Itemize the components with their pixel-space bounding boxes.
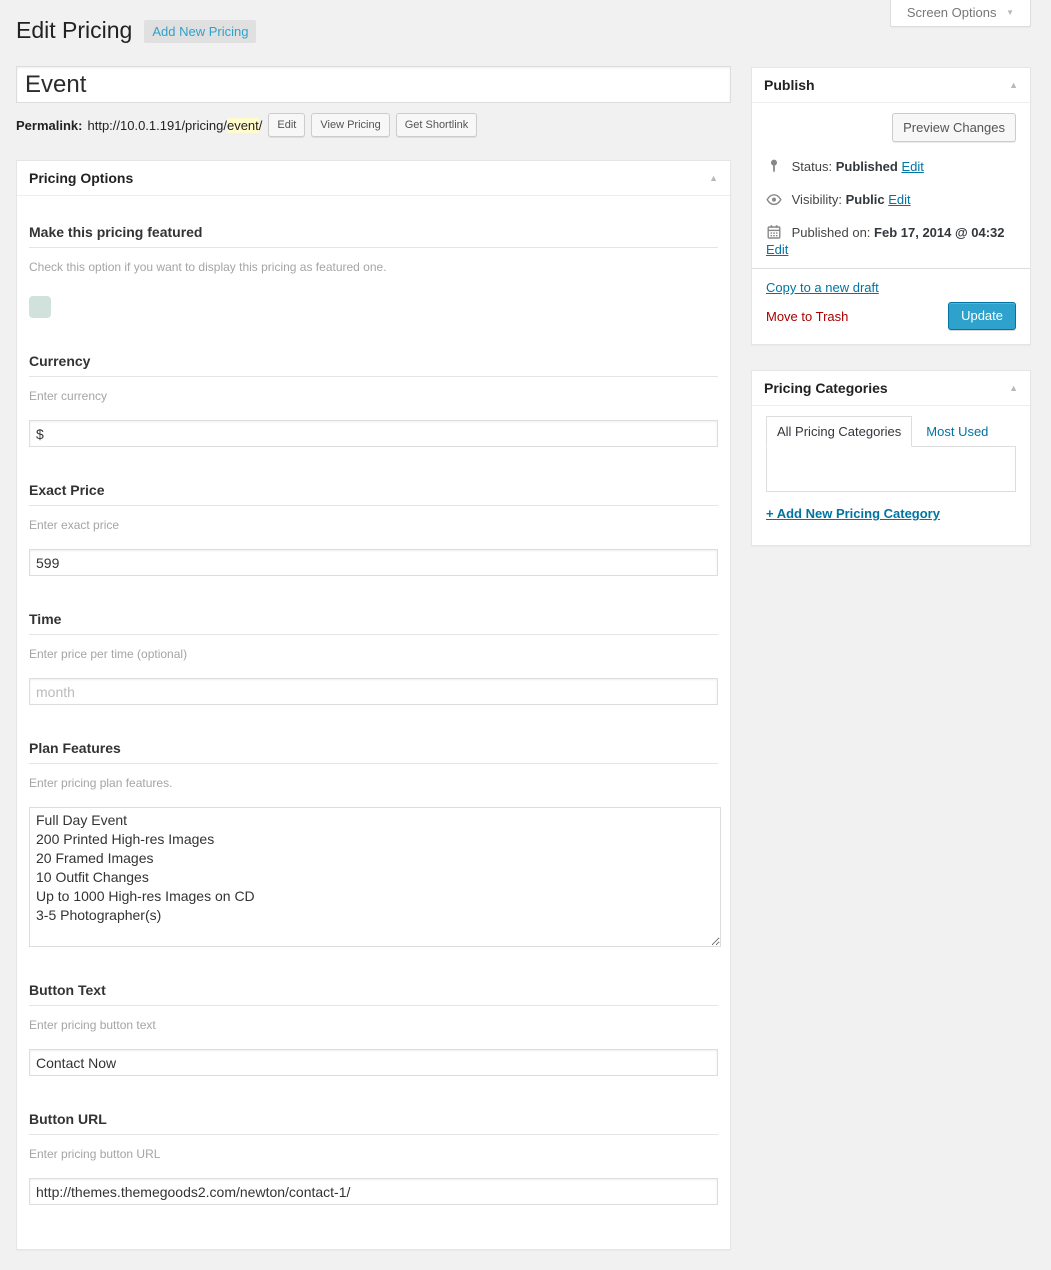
pricing-options-header[interactable]: Pricing Options ▲ xyxy=(17,161,730,196)
collapse-icon[interactable]: ▲ xyxy=(1009,384,1018,393)
plan-features-textarea[interactable]: Full Day Event 200 Printed High-res Imag… xyxy=(29,807,721,947)
featured-description: Check this option if you want to display… xyxy=(29,260,718,274)
field-button-url: Button URL Enter pricing button URL xyxy=(29,1111,718,1205)
pricing-categories-title: Pricing Categories xyxy=(764,380,888,396)
time-description: Enter price per time (optional) xyxy=(29,647,718,661)
button-url-label: Button URL xyxy=(29,1111,718,1135)
field-time: Time Enter price per time (optional) xyxy=(29,611,718,705)
preview-changes-button[interactable]: Preview Changes xyxy=(892,113,1016,142)
pricing-options-title: Pricing Options xyxy=(29,170,133,186)
published-on-label: Published on: xyxy=(792,225,871,240)
permalink-label: Permalink: xyxy=(16,118,82,133)
status-label: Status: xyxy=(792,159,832,174)
calendar-icon xyxy=(766,224,782,240)
visibility-row: Visibility: Public Edit xyxy=(766,191,1016,208)
plan-features-description: Enter pricing plan features. xyxy=(29,776,718,790)
field-featured: Make this pricing featured Check this op… xyxy=(29,224,718,318)
status-value: Published xyxy=(836,159,898,174)
collapse-icon[interactable]: ▲ xyxy=(709,174,718,183)
publish-metabox: Publish ▲ Preview Changes Status: Publis… xyxy=(751,67,1031,345)
add-new-pricing-category-link[interactable]: + Add New Pricing Category xyxy=(766,506,940,521)
button-url-description: Enter pricing button URL xyxy=(29,1147,718,1161)
copy-to-new-draft-link[interactable]: Copy to a new draft xyxy=(766,280,879,295)
edit-published-on-link[interactable]: Edit xyxy=(766,242,788,257)
plan-features-label: Plan Features xyxy=(29,740,718,764)
field-currency: Currency Enter currency xyxy=(29,353,718,447)
currency-input[interactable] xyxy=(29,420,718,447)
collapse-icon[interactable]: ▲ xyxy=(1009,81,1018,90)
publish-title: Publish xyxy=(764,77,815,93)
pricing-categories-header[interactable]: Pricing Categories ▲ xyxy=(752,371,1030,406)
add-new-pricing-button[interactable]: Add New Pricing xyxy=(144,20,256,43)
featured-checkbox[interactable] xyxy=(29,296,51,318)
pin-icon xyxy=(766,158,782,174)
get-shortlink-button[interactable]: Get Shortlink xyxy=(396,113,478,137)
update-button[interactable]: Update xyxy=(948,302,1016,330)
view-pricing-button[interactable]: View Pricing xyxy=(311,113,389,137)
screen-options-label: Screen Options xyxy=(907,5,997,20)
featured-label: Make this pricing featured xyxy=(29,224,718,248)
field-button-text: Button Text Enter pricing button text xyxy=(29,982,718,1076)
exact-price-input[interactable] xyxy=(29,549,718,576)
edit-permalink-button[interactable]: Edit xyxy=(268,113,305,137)
visibility-label: Visibility: xyxy=(792,192,842,207)
tab-most-used[interactable]: Most Used xyxy=(926,424,988,439)
tab-all-pricing-categories[interactable]: All Pricing Categories xyxy=(766,416,912,447)
edit-status-link[interactable]: Edit xyxy=(901,159,923,174)
permalink: Permalink: http://10.0.1.191/pricing/eve… xyxy=(16,113,731,137)
pricing-categories-metabox: Pricing Categories ▲ All Pricing Categor… xyxy=(751,370,1031,546)
screen-options-tab[interactable]: Screen Options ▼ xyxy=(890,0,1031,27)
time-input[interactable] xyxy=(29,678,718,705)
category-tabs: All Pricing Categories Most Used xyxy=(766,416,1016,446)
permalink-url: http://10.0.1.191/pricing/event/ xyxy=(87,118,262,133)
publish-actions: Copy to a new draft Move to Trash Update xyxy=(752,268,1030,344)
button-text-input[interactable] xyxy=(29,1049,718,1076)
exact-price-description: Enter exact price xyxy=(29,518,718,532)
currency-label: Currency xyxy=(29,353,718,377)
field-exact-price: Exact Price Enter exact price xyxy=(29,482,718,576)
time-label: Time xyxy=(29,611,718,635)
pricing-options-metabox: Pricing Options ▲ Make this pricing feat… xyxy=(16,160,731,1250)
edit-visibility-link[interactable]: Edit xyxy=(888,192,910,207)
exact-price-label: Exact Price xyxy=(29,482,718,506)
published-on-value: Feb 17, 2014 @ 04:32 xyxy=(874,225,1004,240)
category-checklist-panel[interactable] xyxy=(766,446,1016,492)
chevron-down-icon: ▼ xyxy=(1006,8,1014,17)
status-row: Status: Published Edit xyxy=(766,158,1016,175)
move-to-trash-link[interactable]: Move to Trash xyxy=(766,309,848,324)
visibility-value: Public xyxy=(846,192,885,207)
button-text-label: Button Text xyxy=(29,982,718,1006)
publish-header[interactable]: Publish ▲ xyxy=(752,68,1030,103)
post-title-input[interactable] xyxy=(16,66,731,103)
permalink-slug: event xyxy=(227,118,259,133)
currency-description: Enter currency xyxy=(29,389,718,403)
eye-icon xyxy=(766,191,782,207)
published-on-row: Published on: Feb 17, 2014 @ 04:32 Edit xyxy=(766,224,1016,258)
button-text-description: Enter pricing button text xyxy=(29,1018,718,1032)
button-url-input[interactable] xyxy=(29,1178,718,1205)
page-title: Edit Pricing xyxy=(16,16,132,45)
field-plan-features: Plan Features Enter pricing plan feature… xyxy=(29,740,718,947)
